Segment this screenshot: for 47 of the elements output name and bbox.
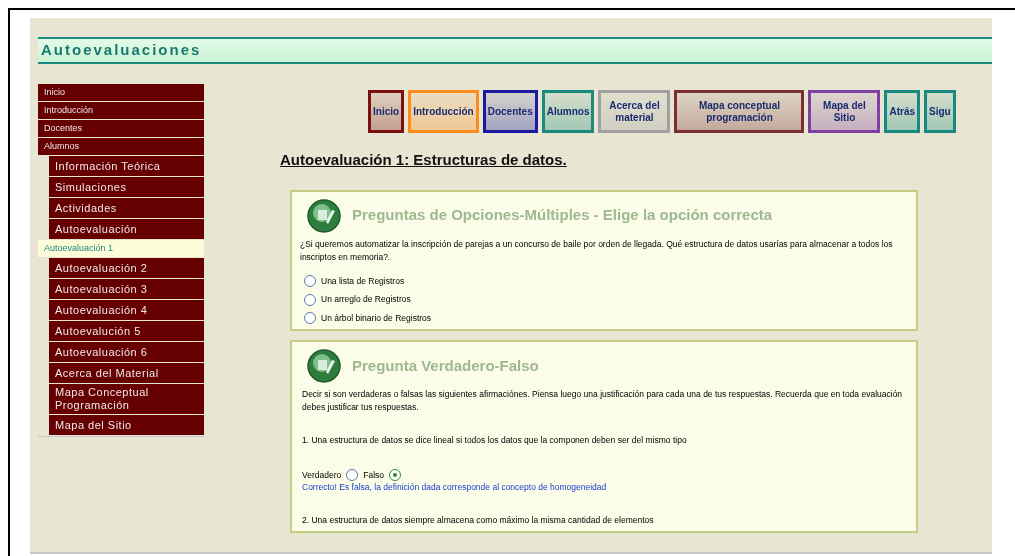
sidebar-item[interactable]: Inicio xyxy=(38,84,204,101)
radio-button[interactable] xyxy=(389,468,402,481)
round-badge-icon xyxy=(306,347,342,384)
sidebar-item[interactable]: Simulaciones xyxy=(49,177,204,197)
option-label: Una lista de Registros xyxy=(321,274,405,288)
nav-button[interactable]: Atrás xyxy=(884,90,921,133)
nav-button[interactable]: Sigu xyxy=(924,90,956,133)
nav-button[interactable]: Docentes xyxy=(482,90,538,133)
sidebar-item[interactable]: Información Teórica xyxy=(49,156,204,176)
feedback-text: Correcto! Es falsa, la definición dada corresponde al concepto de homogeneidad xyxy=(302,481,608,494)
sidebar-item[interactable]: Autoevaluación xyxy=(49,219,204,239)
radio-button[interactable] xyxy=(346,468,359,481)
question-text: ¿Si queremos automatizar la inscripción de parejas a un concurso de baile por orden de llegada. Qué estructura de datos usarías para almacenar a todos los inscriptos en memoria?. xyxy=(300,237,894,264)
nav-button[interactable]: Mapa conceptual programación xyxy=(674,90,805,133)
section-title: Preguntas de Opciones-Múltiples - Elige la opción correcta xyxy=(352,205,773,226)
page-heading: Autoevaluación 1: Estructuras de datos. xyxy=(280,150,567,170)
sidebar-item[interactable]: Actividades xyxy=(49,198,204,218)
nav-button[interactable]: Mapa del Sitio xyxy=(808,90,881,133)
site-title: Autoevaluaciones xyxy=(41,40,202,61)
sidebar-item[interactable]: Mapa del Sitio xyxy=(49,415,204,435)
sidebar-item[interactable]: Acerca del Material xyxy=(49,363,204,383)
sidebar-item[interactable]: Alumnos xyxy=(38,138,204,155)
instructions-text: Decir si son verdaderas o falsas las siguientes afirmaciónes. Piensa luego una justificación para cada una de tus respuestas. Recuerda que en toda evaluación debes justificar tus respuestas. xyxy=(301,387,904,414)
sidebar-item[interactable]: Mapa Conceptual Programación xyxy=(49,384,204,414)
nav-button[interactable]: Acerca del material xyxy=(598,90,671,133)
sidebar-item[interactable]: Autoevaluación 1 xyxy=(38,240,204,257)
radio-button[interactable] xyxy=(304,312,316,325)
statement-text: 2. Una estructura de datos siempre almacena como máximo la misma cantidad de elementos xyxy=(302,514,655,527)
choice-label: Verdadero xyxy=(302,468,342,482)
sidebar-item[interactable]: Autoevaluación 6 xyxy=(49,342,204,362)
radio-button[interactable] xyxy=(304,293,316,306)
sidebar-item[interactable]: Autoevaluación 2 xyxy=(49,258,204,278)
radio-button[interactable] xyxy=(304,274,316,287)
sidebar-item[interactable]: Autoevaluación 4 xyxy=(49,300,204,320)
statement-text: 1. Una estructura de datos se dice lineal si todos los datos que la componen deben ser del mismo tipo xyxy=(302,433,688,447)
nav-button[interactable]: Introducción xyxy=(408,90,479,133)
nav-button[interactable]: Inicio xyxy=(368,90,405,133)
option-label: Un árbol binario de Registros xyxy=(321,312,432,325)
sidebar-item[interactable]: Introducción xyxy=(38,102,204,119)
sidebar-item[interactable]: Autoevaluación 3 xyxy=(49,279,204,299)
choice-label: Falso xyxy=(363,468,385,482)
nav-button[interactable]: Alumnos xyxy=(541,90,595,133)
sidebar-item[interactable]: Autoevalución 5 xyxy=(49,321,204,341)
section-title: Pregunta Verdadero-Falso xyxy=(352,355,539,376)
sidebar-item[interactable]: Docentes xyxy=(38,120,204,137)
option-label: Un arreglo de Registros xyxy=(321,293,411,306)
round-badge-icon xyxy=(306,197,342,234)
